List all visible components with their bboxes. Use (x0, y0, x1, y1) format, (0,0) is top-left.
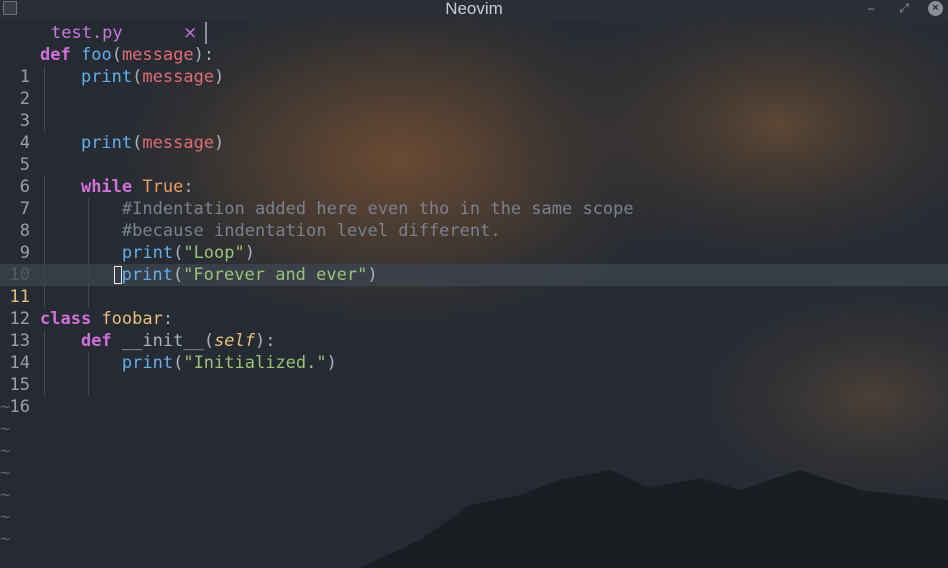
code-text: def foo(message): (40, 44, 214, 66)
function-call-token: print (80, 67, 133, 87)
maximize-button[interactable]: ⤢ (895, 0, 913, 18)
code-text: def __init__(self): (40, 330, 276, 352)
code-text: print(message) (40, 132, 224, 154)
code-text: #Indentation added here even tho in the … (40, 198, 634, 220)
code-text: print(message) (40, 66, 224, 88)
empty-line-marker: ~ (0, 441, 11, 461)
code-line[interactable]: 14 def __init__(self): (0, 330, 948, 373)
function-name-token: foo (80, 45, 112, 65)
function-call-token: print (121, 265, 173, 285)
code-text: print("Forever and ever") (40, 264, 378, 286)
code-line[interactable]: 3 (0, 88, 948, 131)
function-call-token: print (121, 353, 174, 373)
editor-area[interactable]: test.py × 1 def foo(message): 2 print(me… (0, 22, 948, 568)
punctuation-token: ( (111, 45, 122, 65)
keyword-token: def (80, 331, 112, 351)
self-token: self (214, 331, 256, 351)
punctuation-token: : (183, 177, 194, 197)
string-token: "Loop" (183, 243, 245, 263)
parameter-token: message (142, 67, 215, 87)
window-titlebar: Neovim ‒ ⤢ × (0, 0, 948, 20)
function-call-token: print (121, 243, 174, 263)
code-text: print("Loop") (40, 242, 255, 264)
punctuation-token: ) (326, 353, 337, 373)
punctuation-token: ( (203, 331, 215, 351)
code-line[interactable]: 13 class foobar: (0, 308, 948, 351)
empty-line-marker: ~ (0, 397, 11, 417)
tab-label: test.py (51, 23, 123, 43)
punctuation-token: ( (132, 133, 143, 153)
punctuation-token: ( (173, 353, 184, 373)
punctuation-token: ): (193, 45, 215, 65)
keyword-token: while (80, 177, 133, 197)
keyword-token: def (40, 45, 71, 65)
comment-token: #Indentation added here even tho in the … (121, 199, 634, 219)
code-line[interactable]: 10 print("Loop") (0, 242, 948, 285)
tab-test-py[interactable]: test.py × (0, 22, 206, 44)
code-line[interactable]: 2 print(message) (0, 66, 948, 109)
current-code-line[interactable]: 11 print("Forever and ever") (0, 264, 948, 307)
empty-line-marker: ~ (0, 419, 11, 439)
code-text: #because indentation level different. (40, 220, 501, 242)
string-token: "Initialized." (183, 353, 327, 373)
tab-close-icon[interactable]: × (183, 22, 197, 44)
code-line[interactable]: 16 (0, 374, 948, 417)
code-line[interactable]: 12 (0, 286, 948, 329)
code-text: class foobar: (40, 308, 173, 330)
code-line[interactable]: 15 print("Initialized.") (0, 352, 948, 395)
parameter-token: message (121, 45, 194, 65)
code-text: print("Initialized.") (40, 352, 337, 374)
close-window-button[interactable]: × (928, 1, 943, 16)
tab-separator (205, 22, 207, 44)
parameter-token: message (142, 133, 215, 153)
code-line[interactable]: 8 #Indentation added here even tho in th… (0, 198, 948, 241)
text-cursor (113, 266, 122, 284)
function-call-token: print (80, 133, 133, 153)
code-line[interactable]: 6 (0, 154, 948, 197)
constant-token: True (142, 177, 184, 197)
string-token: "Forever and ever" (183, 265, 368, 285)
punctuation-token: ( (132, 67, 143, 87)
punctuation-token: ) (244, 243, 255, 263)
keyword-token: class (40, 309, 92, 329)
code-text: while True: (40, 176, 194, 198)
tabline: test.py × (0, 22, 948, 44)
punctuation-token: ) (367, 265, 378, 285)
empty-line-marker: ~ (0, 485, 11, 505)
code-line[interactable]: 1 def foo(message): (0, 44, 948, 87)
punctuation-token: ) (214, 133, 225, 153)
punctuation-token: ( (172, 265, 184, 285)
punctuation-token: ) (214, 67, 225, 87)
window-title: Neovim (445, 0, 503, 18)
empty-line-marker: ~ (0, 507, 11, 527)
code-line[interactable]: 9 #because indentation level different. (0, 220, 948, 263)
code-line[interactable]: 4 (0, 110, 948, 153)
comment-token: #because indentation level different. (121, 221, 501, 241)
punctuation-token: ( (173, 243, 184, 263)
minimize-button[interactable]: ‒ (862, 0, 880, 18)
code-line[interactable]: 5 print(message) (0, 132, 948, 175)
punctuation-token: ): (255, 331, 276, 351)
method-name-token: __init__ (121, 331, 204, 351)
punctuation-token: : (162, 309, 174, 329)
class-name-token: foobar (101, 309, 163, 329)
empty-line-marker: ~ (0, 529, 11, 549)
empty-line-marker: ~ (0, 463, 11, 483)
code-line[interactable]: 7 while True: (0, 176, 948, 219)
